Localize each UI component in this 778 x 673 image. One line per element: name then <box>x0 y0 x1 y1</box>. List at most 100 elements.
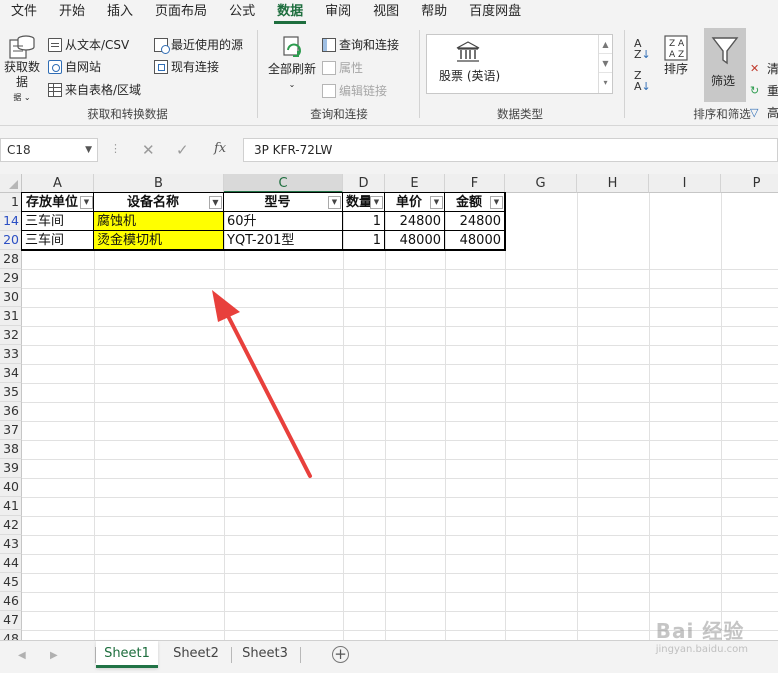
row-header[interactable]: 38 <box>0 440 22 459</box>
recent-sources-button[interactable]: 最近使用的源 <box>154 36 243 54</box>
reapply-button[interactable]: ↻ 重 <box>750 82 778 99</box>
gallery-scrollbar[interactable]: ▲ ▼ ▾ <box>598 35 612 93</box>
stocks-label[interactable]: 股票 (英语) <box>439 67 500 84</box>
column-header-e[interactable]: E <box>385 174 445 193</box>
data-type-gallery[interactable]: 股票 (英语) ▲ ▼ ▾ <box>426 34 613 94</box>
row-header[interactable]: 29 <box>0 269 22 288</box>
tab-home[interactable]: 开始 <box>48 0 96 24</box>
row-header[interactable]: 33 <box>0 345 22 364</box>
queries-connections-button[interactable]: 查询和连接 <box>322 36 399 53</box>
column-header-g[interactable]: G <box>505 174 577 193</box>
column-header-i[interactable]: I <box>649 174 721 193</box>
get-data-button[interactable]: 获取数据 据 ⌄ <box>2 32 42 105</box>
filter-active-icon[interactable]: ▼ <box>209 196 222 209</box>
tab-baidu-netdisk[interactable]: 百度网盘 <box>458 0 532 24</box>
prev-sheet-icon[interactable]: ◀ <box>18 650 26 661</box>
column-header-h[interactable]: H <box>577 174 649 193</box>
header-cell-model[interactable]: 型号 <box>224 193 343 212</box>
tab-formulas[interactable]: 公式 <box>218 0 266 24</box>
insert-function-icon[interactable]: fx <box>214 141 226 156</box>
table-cell[interactable]: 三车间 <box>22 212 94 231</box>
drag-handle-icon[interactable]: ⋮ <box>110 142 121 155</box>
column-header-p[interactable]: P <box>721 174 778 193</box>
from-web-button[interactable]: 自网站 <box>48 58 101 75</box>
table-cell-highlighted[interactable]: 腐蚀机 <box>94 212 224 231</box>
clear-filter-button[interactable]: ✕ 清 <box>750 60 778 77</box>
column-header-b[interactable]: B <box>94 174 224 193</box>
tab-data[interactable]: 数据 <box>266 0 314 24</box>
sheet-tab-sheet2[interactable]: Sheet2 <box>162 641 230 668</box>
row-header[interactable]: 20 <box>0 231 22 250</box>
from-text-csv-button[interactable]: 从文本/CSV <box>48 36 129 53</box>
row-header[interactable]: 46 <box>0 592 22 611</box>
chevron-down-icon[interactable]: ▼ <box>85 139 92 161</box>
existing-connections-button[interactable]: 现有连接 <box>154 58 219 75</box>
tab-page-layout[interactable]: 页面布局 <box>144 0 218 24</box>
row-header[interactable]: 37 <box>0 421 22 440</box>
row-header[interactable]: 45 <box>0 573 22 592</box>
sort-za-icon[interactable]: Z A↓ <box>634 70 651 92</box>
tab-file[interactable]: 文件 <box>0 0 48 24</box>
table-cell[interactable]: 24800 <box>445 212 505 231</box>
tab-view[interactable]: 视图 <box>362 0 410 24</box>
properties-button[interactable]: 属性 <box>322 59 363 76</box>
filter-dropdown-icon[interactable]: ▼ <box>490 196 503 209</box>
sort-button[interactable]: Z A A Z 排序 <box>660 34 692 77</box>
table-cell[interactable]: 48000 <box>445 231 505 250</box>
table-cell[interactable]: 24800 <box>385 212 445 231</box>
advanced-filter-button[interactable]: ▽ 高 <box>750 104 778 121</box>
sort-az-icon[interactable]: A Z↓ <box>634 38 651 60</box>
row-header[interactable]: 43 <box>0 535 22 554</box>
row-header[interactable]: 14 <box>0 212 22 231</box>
row-header[interactable]: 42 <box>0 516 22 535</box>
row-header[interactable]: 1 <box>0 193 22 212</box>
formula-input[interactable]: 3P KFR-72LW <box>243 138 778 162</box>
filter-dropdown-icon[interactable]: ▼ <box>370 196 383 209</box>
tab-insert[interactable]: 插入 <box>96 0 144 24</box>
column-header-a[interactable]: A <box>22 174 94 193</box>
filter-button[interactable]: 筛选 <box>704 28 746 102</box>
column-header-d[interactable]: D <box>343 174 385 193</box>
row-header[interactable]: 34 <box>0 364 22 383</box>
tab-review[interactable]: 审阅 <box>314 0 362 24</box>
row-header[interactable]: 39 <box>0 459 22 478</box>
row-header[interactable]: 40 <box>0 478 22 497</box>
add-sheet-button[interactable]: + <box>332 646 349 663</box>
from-table-button[interactable]: 来自表格/区域 <box>48 81 141 98</box>
row-header[interactable]: 41 <box>0 497 22 516</box>
filter-dropdown-icon[interactable]: ▼ <box>328 196 341 209</box>
row-header[interactable]: 28 <box>0 250 22 269</box>
row-header[interactable]: 36 <box>0 402 22 421</box>
row-header[interactable]: 47 <box>0 611 22 630</box>
filter-dropdown-icon[interactable]: ▼ <box>80 196 93 209</box>
cancel-icon[interactable]: ✕ <box>142 141 155 159</box>
row-header[interactable]: 31 <box>0 307 22 326</box>
row-header[interactable]: 44 <box>0 554 22 573</box>
gallery-expand-icon[interactable]: ▾ <box>599 73 612 92</box>
name-box[interactable]: C18 ▼ <box>0 138 98 162</box>
table-cell[interactable]: 1 <box>343 212 385 231</box>
row-header[interactable]: 30 <box>0 288 22 307</box>
column-header-f[interactable]: F <box>445 174 505 193</box>
sheet-tab-sheet1[interactable]: Sheet1 <box>96 641 158 668</box>
row-header[interactable]: 35 <box>0 383 22 402</box>
row-header[interactable]: 32 <box>0 326 22 345</box>
scroll-down-icon[interactable]: ▼ <box>599 54 612 73</box>
table-cell[interactable]: 1 <box>343 231 385 250</box>
table-cell[interactable]: YQT-201型 <box>224 231 343 250</box>
enter-icon[interactable]: ✓ <box>176 141 189 159</box>
sheet-tab-sheet3[interactable]: Sheet3 <box>232 641 298 668</box>
select-all-button[interactable] <box>0 174 22 193</box>
edit-links-button[interactable]: 编辑链接 <box>322 82 387 99</box>
refresh-all-button[interactable]: 全部刷新 ⌄ <box>266 34 318 92</box>
table-cell[interactable]: 48000 <box>385 231 445 250</box>
table-cell[interactable]: 60升 <box>224 212 343 231</box>
row-header[interactable]: 48 <box>0 630 22 640</box>
scroll-up-icon[interactable]: ▲ <box>599 35 612 54</box>
table-cell-highlighted[interactable]: 烫金模切机 <box>94 231 224 250</box>
column-header-c[interactable]: C <box>224 174 343 193</box>
header-cell-device-name[interactable]: 设备名称 <box>94 193 224 212</box>
filter-dropdown-icon[interactable]: ▼ <box>430 196 443 209</box>
next-sheet-icon[interactable]: ▶ <box>50 650 58 661</box>
tab-help[interactable]: 帮助 <box>410 0 458 24</box>
